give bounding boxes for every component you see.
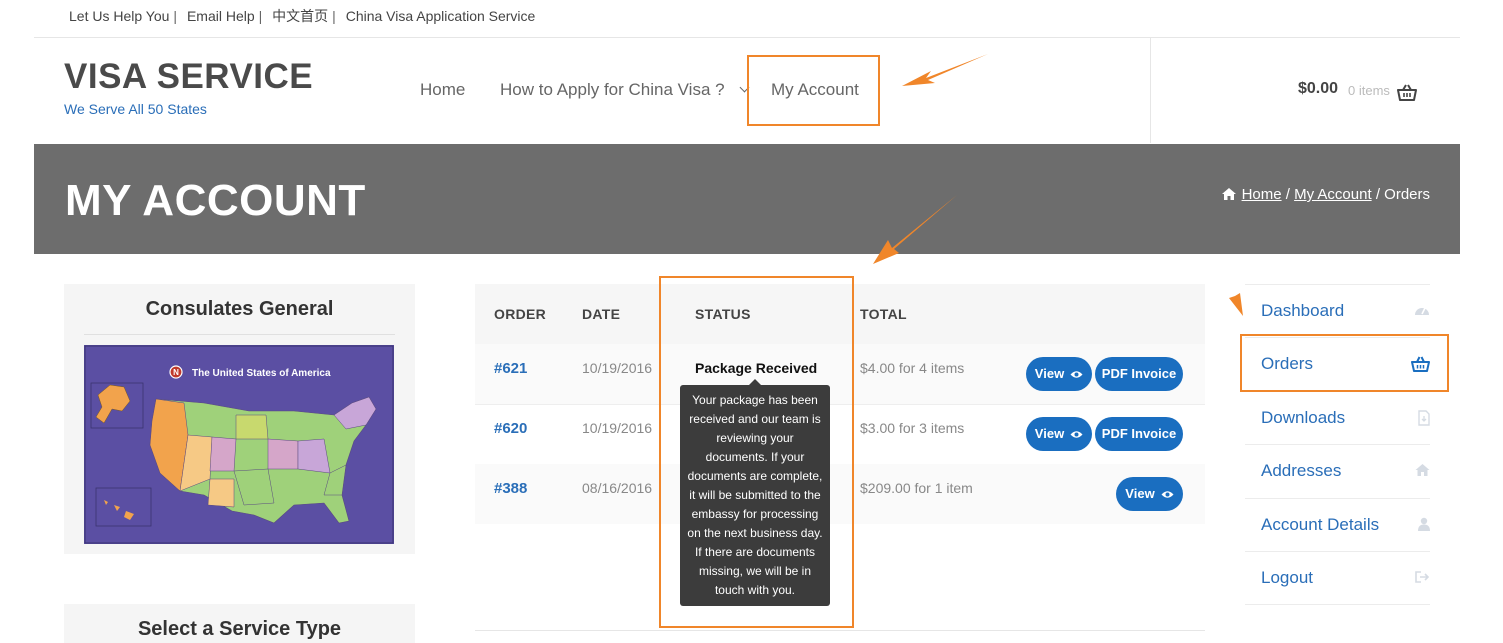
email-help-link[interactable]: Email Help [187, 8, 255, 24]
pdf-invoice-button[interactable]: PDF Invoice [1095, 357, 1183, 391]
order-total: $3.00 for 3 items [860, 420, 965, 436]
separator: | [258, 8, 263, 24]
separator: | [173, 8, 178, 24]
breadcrumb-separator: / [1375, 186, 1380, 203]
view-label: View [1034, 366, 1065, 381]
map-compass-badge: N [173, 368, 179, 377]
column-header-order: ORDER [494, 306, 547, 322]
annotation-box [659, 276, 854, 628]
account-nav-dashboard[interactable]: Dashboard [1245, 284, 1430, 337]
pdf-invoice-button[interactable]: PDF Invoice [1095, 417, 1183, 451]
eye-icon [1070, 358, 1083, 392]
help-link[interactable]: Let Us Help You [69, 8, 169, 24]
order-date: 08/16/2016 [582, 480, 653, 496]
home-icon [1221, 187, 1236, 204]
annotation-arrow [902, 54, 988, 86]
order-total: $209.00 for 1 item [860, 480, 973, 496]
column-header-date: DATE [582, 306, 621, 322]
service-type-widget: Select a Service Type [64, 604, 415, 643]
order-total: $4.00 for 4 items [860, 360, 965, 376]
account-nav-addresses[interactable]: Addresses [1245, 444, 1430, 497]
breadcrumb-current: Orders [1384, 186, 1430, 203]
page-title: MY ACCOUNT [65, 176, 366, 225]
order-date: 10/19/2016 [582, 360, 653, 376]
breadcrumb-home[interactable]: Home [1242, 186, 1282, 203]
annotation-arrow [1212, 254, 1243, 316]
order-number-link[interactable]: #620 [494, 420, 527, 437]
divider [84, 334, 395, 335]
file-download-icon [1418, 410, 1430, 431]
view-order-button[interactable]: View [1026, 357, 1092, 391]
eye-icon [1070, 418, 1083, 452]
page-banner: MY ACCOUNT Home / My Account / Orders [34, 144, 1460, 254]
dashboard-icon [1414, 303, 1430, 321]
view-order-button[interactable]: View [1116, 477, 1183, 511]
order-date: 10/19/2016 [582, 420, 653, 436]
site-tagline: We Serve All 50 States [64, 101, 207, 117]
view-label: View [1034, 426, 1065, 441]
home-icon [1415, 463, 1430, 481]
account-nav-downloads[interactable]: Downloads [1245, 391, 1430, 444]
divider [475, 630, 1205, 631]
account-nav-label: Logout [1261, 568, 1313, 587]
order-number-link[interactable]: #388 [494, 480, 527, 497]
divider [1245, 604, 1430, 605]
site-logo-title[interactable]: VISA SERVICE [64, 57, 313, 97]
annotation-box [747, 55, 880, 126]
nav-how-to-apply[interactable]: How to Apply for China Visa ? [500, 80, 750, 100]
consulates-title: Consulates General [145, 298, 334, 320]
account-nav-label: Account Details [1261, 515, 1380, 534]
breadcrumb: Home / My Account / Orders [1221, 186, 1430, 204]
column-header-total: TOTAL [860, 306, 907, 322]
consulates-widget: Consulates General N The United States o… [64, 284, 415, 554]
visa-application-link[interactable]: China Visa Application Service [346, 8, 536, 24]
view-order-button[interactable]: View [1026, 417, 1092, 451]
account-nav-logout[interactable]: Logout [1245, 551, 1430, 604]
top-links-bar: Let Us Help You | Email Help | 中文首页 | China… [0, 0, 1503, 32]
order-number-link[interactable]: #621 [494, 360, 527, 377]
eye-icon [1161, 478, 1174, 512]
separator: | [332, 8, 336, 24]
breadcrumb-separator: / [1285, 186, 1290, 203]
account-nav-account-details[interactable]: Account Details [1245, 498, 1430, 551]
basket-icon[interactable] [1397, 84, 1417, 107]
cart-item-count[interactable]: 0 items [1348, 83, 1390, 98]
us-map-image[interactable]: N The United States of America [84, 345, 394, 544]
map-title: The United States of America [192, 368, 331, 379]
annotation-box [1240, 334, 1449, 392]
service-type-title: Select a Service Type [137, 618, 342, 640]
breadcrumb-my-account[interactable]: My Account [1294, 186, 1372, 203]
header-divider [1150, 38, 1151, 143]
account-nav-label: Addresses [1261, 461, 1342, 480]
top-links: Let Us Help You | Email Help | 中文首页 | China… [69, 6, 535, 26]
cart-total[interactable]: $0.00 [1298, 80, 1338, 98]
account-nav-label: Dashboard [1261, 301, 1345, 320]
view-label: View [1125, 486, 1155, 501]
user-icon [1418, 517, 1430, 536]
chinese-home-link[interactable]: 中文首页 [272, 8, 328, 24]
nav-home[interactable]: Home [420, 80, 465, 100]
divider [34, 37, 1460, 38]
sign-out-icon [1415, 570, 1430, 588]
account-nav-label: Downloads [1261, 408, 1346, 427]
nav-how-to-apply-label: How to Apply for China Visa ? [500, 80, 725, 99]
